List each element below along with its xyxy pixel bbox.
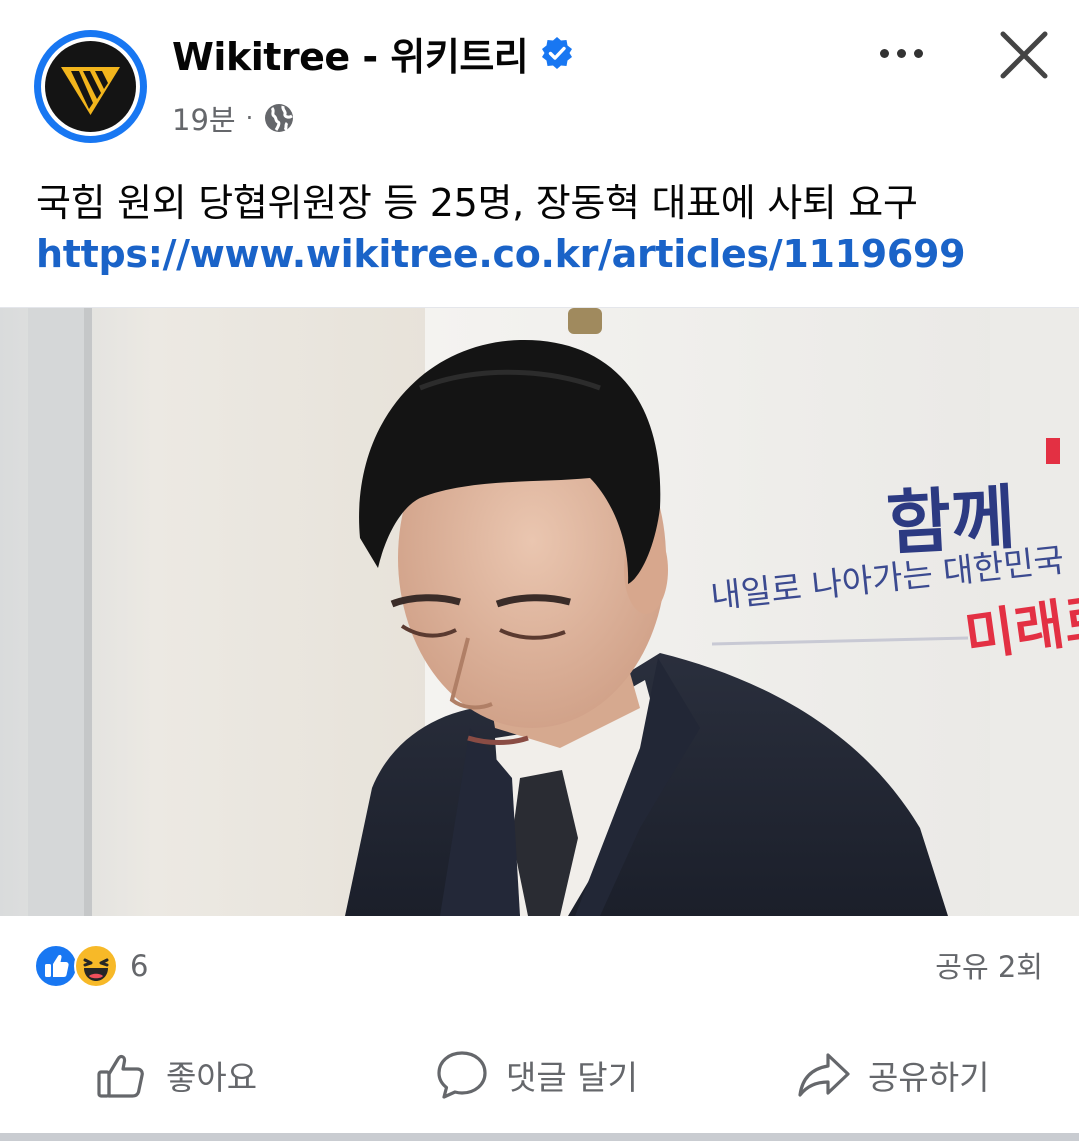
share-label: 공유하기 (868, 1058, 990, 1097)
globe-icon (263, 102, 295, 134)
more-dot (896, 48, 906, 58)
page-name[interactable]: Wikitree - 위키트리 (172, 26, 529, 81)
thumbs-up-icon (94, 1047, 150, 1103)
post-actions: 좋아요 댓글 달기 공유하기 (0, 1040, 1079, 1110)
like-button[interactable]: 좋아요 (94, 1040, 257, 1110)
comment-bubble-icon (434, 1047, 490, 1103)
post-header: Wikitree - 위키트리 19분 · (0, 0, 1079, 160)
reaction-summary[interactable]: 6 (34, 942, 148, 990)
page-avatar[interactable] (34, 30, 147, 143)
like-reaction-icon (34, 944, 78, 988)
avatar-ring (41, 37, 140, 136)
post-time[interactable]: 19분 (172, 97, 236, 139)
feed-divider (0, 1133, 1079, 1141)
wikitree-logo-icon (45, 41, 136, 132)
reaction-count: 6 (130, 949, 149, 983)
share-button[interactable]: 공유하기 (796, 1040, 989, 1110)
more-dot (913, 48, 923, 58)
page-name-row: Wikitree - 위키트리 (172, 26, 574, 80)
meta-separator: · (245, 104, 254, 132)
verified-badge-icon (540, 36, 574, 70)
post-meta: 19분 · (172, 98, 295, 138)
post-text: 국힘 원외 당협위원장 등 25명, 장동혁 대표에 사퇴 요구 (36, 181, 918, 225)
like-label: 좋아요 (166, 1058, 258, 1097)
comment-button[interactable]: 댓글 달기 (434, 1040, 638, 1110)
more-dot (879, 48, 889, 58)
share-count[interactable]: 공유 2회 (935, 944, 1043, 986)
more-options-button[interactable] (866, 30, 936, 76)
haha-reaction-icon (74, 944, 118, 988)
share-arrow-icon (796, 1047, 852, 1103)
close-icon[interactable] (995, 26, 1053, 84)
article-link[interactable]: https://www.wikitree.co.kr/articles/1119… (36, 232, 966, 276)
post-photo[interactable]: 함께 내일로 나아가는 대한민국 미래로 (0, 307, 1079, 916)
comment-label: 댓글 달기 (506, 1058, 638, 1097)
